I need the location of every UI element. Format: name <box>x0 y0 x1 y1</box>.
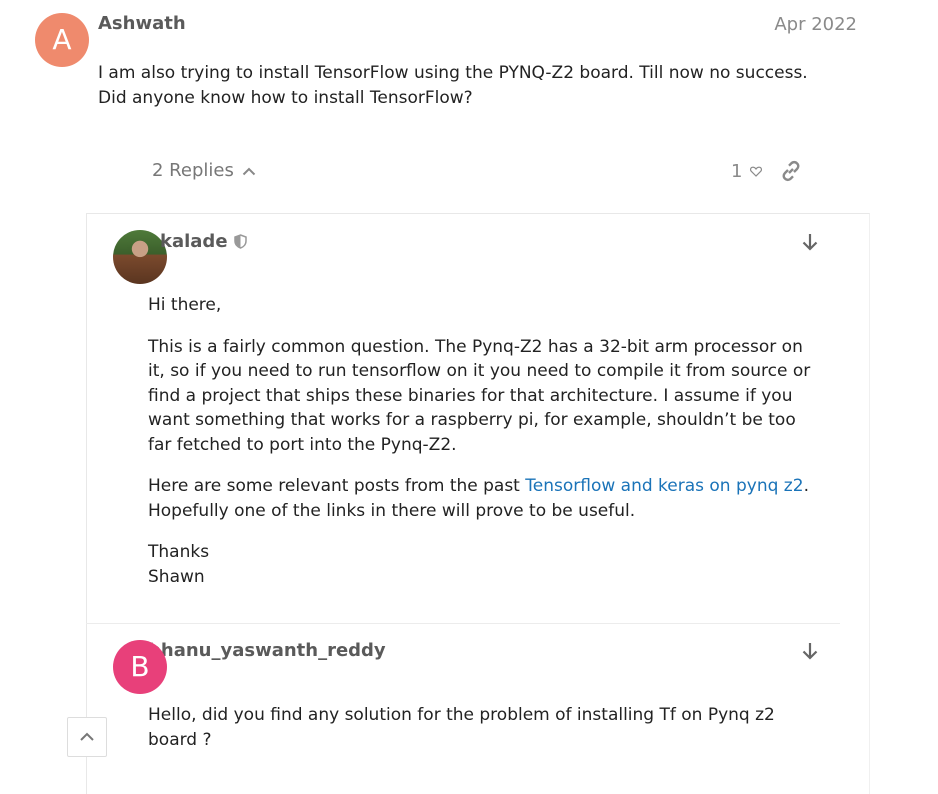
heart-icon <box>750 166 763 177</box>
post-username[interactable]: Ashwath <box>98 13 186 34</box>
topic-link[interactable]: Tensorflow and keras on pynq z2 <box>525 476 803 496</box>
avatar[interactable]: B <box>113 640 167 694</box>
scroll-to-top-button[interactable] <box>67 717 107 757</box>
avatar-letter: A <box>52 23 72 56</box>
like-button[interactable]: 1 <box>731 161 763 182</box>
replies-count-label: 2 Replies <box>152 160 234 181</box>
avatar[interactable]: A <box>35 13 89 67</box>
like-count: 1 <box>731 161 743 182</box>
reply-username[interactable]: bhanu_yaswanth_reddy <box>148 640 386 661</box>
reply-thanks: Thanks <box>148 542 210 562</box>
reply-username[interactable]: kalade <box>160 231 247 252</box>
jump-to-post-button[interactable] <box>801 641 819 666</box>
chevron-up-icon <box>80 732 94 741</box>
shield-icon <box>233 234 247 249</box>
arrow-down-icon <box>802 643 818 660</box>
reply-paragraph: Here are some relevant posts from the pa… <box>148 476 809 521</box>
link-icon <box>782 160 800 182</box>
post-date[interactable]: Apr 2022 <box>774 14 857 35</box>
avatar-letter: B <box>130 650 150 683</box>
share-link-button[interactable] <box>780 160 802 187</box>
reply-paragraph: Hello, did you find any solution for the… <box>148 705 775 750</box>
reply-body: Hi there, This is a fairly common questi… <box>148 293 820 589</box>
reply-divider <box>86 623 840 624</box>
post-body: I am also trying to install TensorFlow u… <box>98 61 878 110</box>
avatar[interactable] <box>113 230 167 284</box>
jump-to-post-button[interactable] <box>801 232 819 257</box>
reply-greeting: Hi there, <box>148 295 222 315</box>
reply-body: Hello, did you find any solution for the… <box>148 703 828 752</box>
reply-paragraph: This is a fairly common question. The Py… <box>148 336 811 455</box>
reply-signature: Shawn <box>148 566 205 587</box>
arrow-down-icon <box>802 234 818 251</box>
reply-username-text: kalade <box>160 231 228 252</box>
post-text-line: I am also trying to install TensorFlow u… <box>98 63 808 83</box>
chevron-up-icon <box>242 167 256 175</box>
post-text-line: Did anyone know how to install TensorFlo… <box>98 87 473 108</box>
replies-toggle-button[interactable]: 2 Replies <box>152 160 256 181</box>
